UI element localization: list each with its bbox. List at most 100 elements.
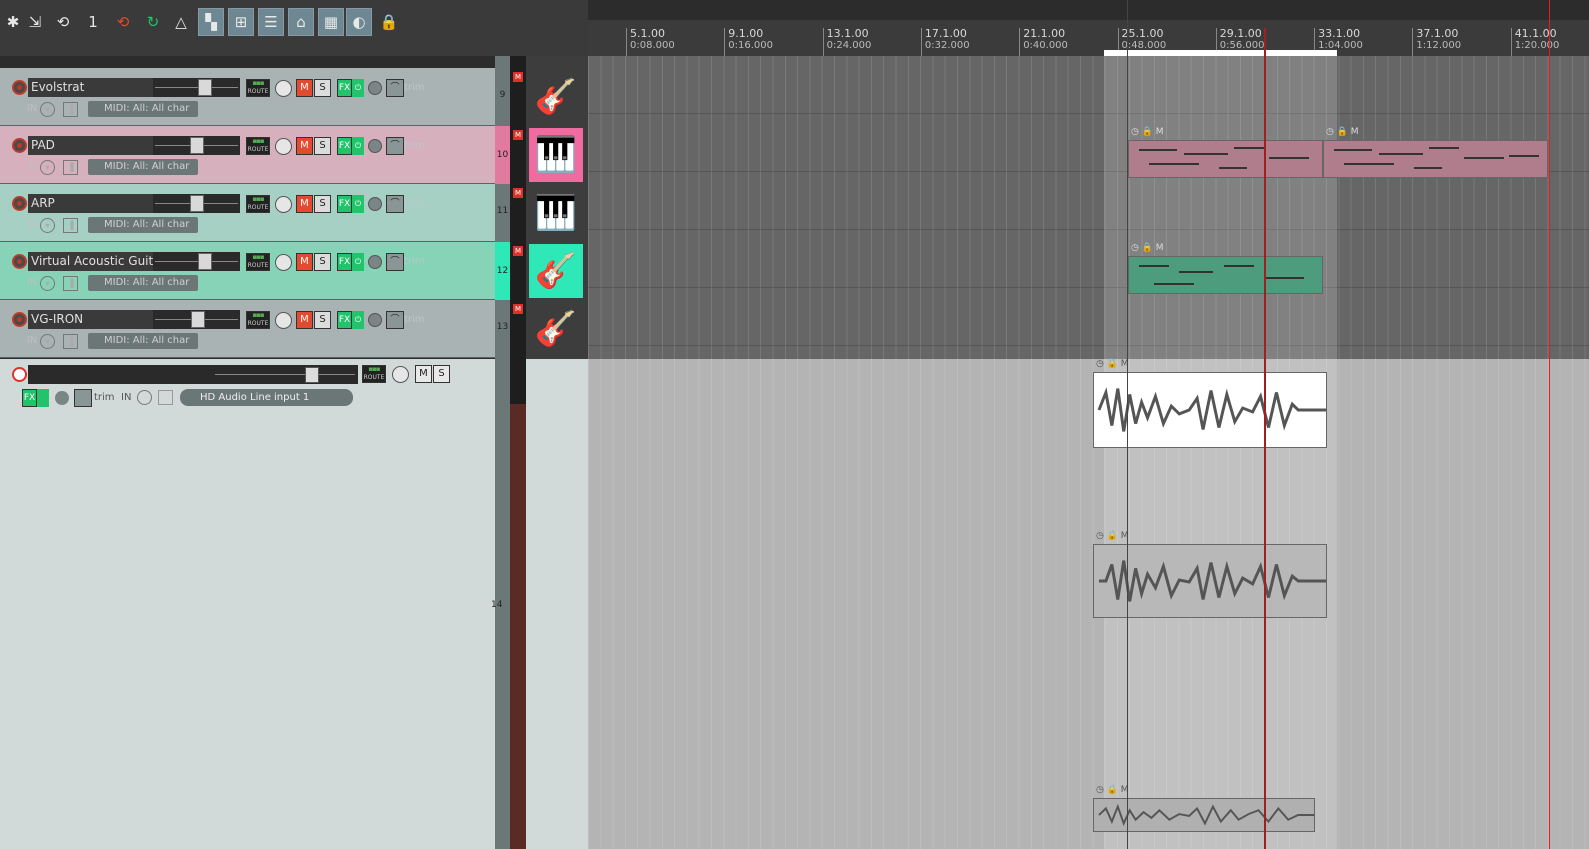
- fx-button[interactable]: FX: [337, 79, 352, 97]
- fx-bypass-icon[interactable]: [368, 313, 382, 327]
- guitar-midi-item[interactable]: ◷ 🔒 M: [1128, 243, 1323, 294]
- timeline-ruler[interactable]: 5.1.00 0:08.000 9.1.00 0:16.000 13.1.00 0:24.…: [588, 20, 1589, 56]
- record-arm-button[interactable]: [12, 138, 27, 153]
- record-arm-button[interactable]: [12, 367, 27, 382]
- midi-input-select[interactable]: MIDI: All: All char: [88, 101, 198, 117]
- arrange-view[interactable]: 5.1.00 0:08.000 9.1.00 0:16.000 13.1.00 0:24.…: [588, 0, 1589, 849]
- crossfade-icon[interactable]: ⌂: [288, 8, 314, 36]
- fx-button[interactable]: FX: [337, 195, 352, 213]
- fx-bypass-icon[interactable]: [368, 255, 382, 269]
- fx-power-icon[interactable]: ⏻: [352, 137, 364, 155]
- mute-button[interactable]: M: [296, 311, 313, 329]
- pan-knob[interactable]: [275, 80, 292, 97]
- piano-icon[interactable]: 🎹: [529, 128, 583, 182]
- track-12-lane[interactable]: [588, 230, 1589, 288]
- snap-icon[interactable]: ▚: [198, 8, 224, 36]
- ruler-mark[interactable]: 41.1.00 1:20.000: [1510, 28, 1559, 56]
- track-10[interactable]: PAD ROUTE MS FX⏻ ⌒trim IN▾ ▐ MIDI: All: All cha…: [0, 126, 495, 184]
- fader-knob[interactable]: [305, 367, 319, 383]
- fx-button[interactable]: FX: [337, 311, 352, 329]
- fader-knob[interactable]: [198, 79, 212, 96]
- fx-power-icon[interactable]: ⏻: [352, 79, 364, 97]
- mute-button[interactable]: M: [296, 137, 313, 155]
- synth-icon[interactable]: 🎹: [529, 186, 583, 240]
- ruler-mark[interactable]: 5.1.00 0:08.000: [626, 28, 675, 56]
- lock-icon[interactable]: 🔒: [376, 8, 402, 36]
- volume-fader[interactable]: [153, 310, 240, 329]
- acoustic-guitar-icon[interactable]: 🎸: [529, 244, 583, 298]
- track-9-lane[interactable]: [588, 56, 1589, 114]
- ruler-mark[interactable]: 17.1.00 0:32.000: [920, 28, 970, 56]
- pan-knob[interactable]: [275, 138, 292, 155]
- track-name[interactable]: ARP: [28, 194, 153, 213]
- input-monitor-icon[interactable]: [137, 390, 152, 405]
- region-ruler[interactable]: [588, 0, 1589, 20]
- import-icon[interactable]: ⇲: [22, 8, 48, 36]
- ruler-mark[interactable]: 21.1.00 0:40.000: [1019, 28, 1068, 56]
- solo-button[interactable]: S: [314, 137, 331, 155]
- loop-icon[interactable]: ⟲: [110, 8, 136, 36]
- ruler-mark[interactable]: 13.1.00 0:24.000: [822, 28, 871, 56]
- fader-knob[interactable]: [191, 311, 205, 328]
- track-11-lane[interactable]: [588, 172, 1589, 230]
- fx-bypass-icon[interactable]: [368, 197, 382, 211]
- envelope-button[interactable]: ⌒: [386, 311, 404, 329]
- monitor-icon[interactable]: ▐: [63, 102, 78, 117]
- input-select[interactable]: HD Audio Line input 1: [180, 389, 353, 406]
- midi-input-select[interactable]: MIDI: All: All char: [88, 217, 198, 233]
- route-button[interactable]: ROUTE: [246, 253, 270, 271]
- track-name[interactable]: Virtual Acoustic Guita: [28, 252, 153, 271]
- volume-fader[interactable]: [153, 194, 240, 213]
- electric-guitar-icon[interactable]: 🎸: [529, 302, 583, 356]
- play-cursor[interactable]: [1264, 28, 1266, 849]
- fader-knob[interactable]: [190, 137, 204, 154]
- edit-cursor[interactable]: [1549, 0, 1550, 849]
- item-grouping-icon[interactable]: ☰: [258, 8, 284, 36]
- monitor-icon[interactable]: ▐: [63, 334, 78, 349]
- electric-guitar-icon[interactable]: 🎸: [529, 70, 583, 124]
- route-button[interactable]: ROUTE: [246, 195, 270, 213]
- midi-input-select[interactable]: MIDI: All: All char: [88, 159, 198, 175]
- track-name[interactable]: VG-IRON: [28, 310, 153, 329]
- ripple-icon[interactable]: ↻: [140, 8, 166, 36]
- solo-button[interactable]: S: [314, 79, 331, 97]
- envelope-button[interactable]: [74, 389, 92, 407]
- midi-input-select[interactable]: MIDI: All: All char: [88, 275, 198, 291]
- mute-button[interactable]: M: [296, 79, 313, 97]
- track-12[interactable]: Virtual Acoustic Guita ROUTE MS FX⏻ ⌒trim IN▾…: [0, 242, 495, 300]
- solo-button[interactable]: S: [433, 365, 450, 383]
- track-13-lane[interactable]: [588, 288, 1589, 346]
- fx-bypass-icon[interactable]: [55, 391, 69, 405]
- monitor-icon[interactable]: ▐: [63, 160, 78, 175]
- volume-fader[interactable]: [153, 136, 240, 155]
- input-monitor-icon[interactable]: ▾: [40, 160, 55, 175]
- fx-button[interactable]: FX: [337, 253, 352, 271]
- track-9[interactable]: Evolstrat ROUTE MS FX⏻ ⌒trim IN▾ ▐ MIDI: All: A…: [0, 68, 495, 126]
- monitor-icon[interactable]: ▐: [63, 276, 78, 291]
- render-icon[interactable]: ⟲: [50, 8, 76, 36]
- pan-knob[interactable]: [275, 254, 292, 271]
- ruler-mark[interactable]: 9.1.00 0:16.000: [724, 28, 773, 56]
- volume-fader[interactable]: [153, 78, 240, 97]
- grid-link-icon[interactable]: ⊞: [228, 8, 254, 36]
- input-play-icon[interactable]: [158, 390, 173, 405]
- monitor-icon[interactable]: ▐: [63, 218, 78, 233]
- route-button[interactable]: ROUTE: [246, 137, 270, 155]
- ruler-mark[interactable]: 37.1.00 1:12.000: [1412, 28, 1461, 56]
- fader-knob[interactable]: [198, 253, 212, 270]
- fx-bypass-icon[interactable]: [368, 81, 382, 95]
- track-14[interactable]: ROUTE M S FX trim IN HD Audio Line input…: [0, 359, 495, 849]
- fx-power-icon[interactable]: [37, 389, 49, 407]
- pan-knob[interactable]: [392, 366, 409, 383]
- fx-bypass-icon[interactable]: [368, 139, 382, 153]
- track-name[interactable]: PAD: [28, 136, 153, 155]
- pad-midi-item-2[interactable]: ◷ 🔒 M: [1323, 127, 1548, 178]
- record-arm-button[interactable]: [12, 196, 27, 211]
- envelope-button[interactable]: ⌒: [386, 195, 404, 213]
- audio-item-2[interactable]: ◷ 🔒 M: [1093, 531, 1327, 618]
- fx-button[interactable]: FX: [22, 389, 37, 407]
- fx-button[interactable]: FX: [337, 137, 352, 155]
- project-tab-icon[interactable]: 1: [80, 8, 106, 36]
- record-arm-button[interactable]: [12, 254, 27, 269]
- midi-input-select[interactable]: MIDI: All: All char: [88, 333, 198, 349]
